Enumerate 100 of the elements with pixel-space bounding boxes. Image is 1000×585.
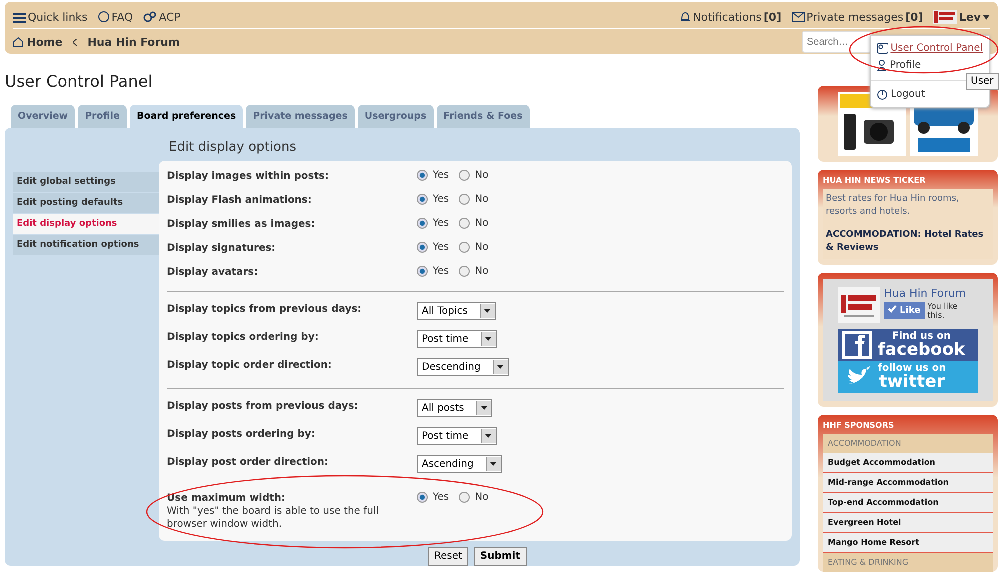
option-label: Display topic order direction: bbox=[167, 360, 333, 371]
caret-icon bbox=[485, 337, 492, 341]
sponsor-link[interactable]: Budget Accommodation bbox=[823, 453, 993, 473]
check-icon bbox=[888, 305, 897, 313]
user-menu-button[interactable]: Lev bbox=[933, 10, 990, 24]
help-icon bbox=[98, 11, 110, 23]
radio-label: Yes bbox=[433, 194, 450, 205]
caret-icon bbox=[497, 365, 504, 369]
radio-button[interactable] bbox=[459, 492, 470, 503]
side-nav-item[interactable]: Edit notification options bbox=[13, 235, 159, 255]
caret-icon bbox=[484, 309, 492, 313]
dropdown-select[interactable]: Descending bbox=[417, 358, 509, 376]
bell-icon bbox=[680, 11, 692, 23]
radio-button[interactable] bbox=[459, 218, 470, 229]
radio-label: No bbox=[475, 194, 489, 205]
tab[interactable]: Profile bbox=[78, 105, 127, 128]
tab[interactable]: Board preferences bbox=[130, 105, 244, 128]
reset-button[interactable]: Reset bbox=[428, 547, 468, 566]
sponsor-link[interactable]: Evergreen Hotel bbox=[823, 513, 993, 533]
menu-item[interactable]: User Control Panel bbox=[871, 40, 989, 57]
dropdown-select[interactable]: Post time bbox=[417, 330, 497, 348]
tab[interactable]: Private messages bbox=[246, 105, 355, 128]
submit-button[interactable]: Submit bbox=[474, 547, 527, 566]
search-field[interactable]: Search… bbox=[802, 31, 872, 53]
option-label: Display images within posts: bbox=[167, 171, 330, 182]
caret-icon bbox=[480, 406, 488, 410]
option-label: Display topics from previous days: bbox=[167, 304, 363, 315]
menu-item[interactable]: Profile bbox=[871, 57, 989, 74]
like-button[interactable]: Like bbox=[884, 302, 925, 319]
option-explanation: With "yes" the board is able to use the full browser window width. bbox=[167, 505, 380, 531]
header-link[interactable]: Quick links bbox=[13, 10, 88, 24]
dropdown-select[interactable]: All posts bbox=[417, 399, 492, 417]
radio-label: Yes bbox=[433, 242, 450, 253]
dropdown-select[interactable]: All Topics bbox=[417, 302, 496, 320]
envelope-icon bbox=[792, 12, 805, 22]
user-icon bbox=[877, 60, 887, 71]
radio-label: Yes bbox=[433, 170, 450, 181]
option-label: Display posts from previous days: bbox=[167, 401, 360, 412]
radio-label: No bbox=[475, 492, 489, 503]
radio-label: No bbox=[475, 218, 489, 229]
category-label: EATING & DRINKING bbox=[823, 553, 993, 572]
sponsor-link[interactable]: Mid-range Accommodation bbox=[823, 473, 993, 493]
page-title: User Control Panel bbox=[5, 72, 154, 91]
tab[interactable]: Friends & Foes bbox=[436, 105, 530, 128]
radio-button[interactable] bbox=[459, 242, 470, 253]
radio-label: No bbox=[475, 266, 489, 277]
home-icon bbox=[13, 37, 24, 47]
notifications-link[interactable]: Notifications [0] bbox=[680, 10, 782, 24]
card-title: HHF SPONSORS bbox=[823, 421, 896, 430]
radio-button[interactable] bbox=[459, 266, 470, 277]
section-title: Edit display options bbox=[169, 140, 298, 155]
option-label: Display post order direction: bbox=[167, 457, 330, 468]
facebook-banner[interactable]: Find us on facebook bbox=[838, 329, 978, 361]
menu-icon bbox=[13, 12, 26, 22]
radio-button[interactable] bbox=[417, 218, 428, 229]
radio-button[interactable] bbox=[417, 194, 428, 205]
option-label: Display avatars: bbox=[167, 267, 260, 278]
option-label: Use maximum width: bbox=[167, 493, 287, 504]
radio-label: Yes bbox=[433, 218, 450, 229]
option-label: Display posts ordering by: bbox=[167, 429, 316, 440]
radio-button[interactable] bbox=[459, 194, 470, 205]
option-label: Display signatures: bbox=[167, 243, 277, 254]
header-link[interactable]: ACP bbox=[143, 10, 181, 24]
caret-icon bbox=[485, 434, 492, 438]
radio-button[interactable] bbox=[417, 170, 428, 181]
side-nav-item[interactable]: Edit global settings bbox=[13, 172, 159, 192]
radio-button[interactable] bbox=[417, 492, 428, 503]
sponsor-link[interactable]: Mango Home Resort bbox=[823, 533, 993, 553]
tab[interactable]: Overview bbox=[11, 105, 76, 128]
page-name-link[interactable]: Hua Hin Forum bbox=[884, 287, 966, 300]
category-label: ACCOMMODATION bbox=[823, 434, 993, 453]
dropdown-select[interactable]: Ascending bbox=[417, 455, 502, 473]
facebook-icon bbox=[842, 331, 872, 359]
radio-button[interactable] bbox=[417, 242, 428, 253]
radio-button[interactable] bbox=[417, 266, 428, 277]
caret-icon bbox=[490, 462, 498, 466]
option-label: Display topics ordering by: bbox=[167, 332, 320, 343]
dropdown-select[interactable]: Post time bbox=[417, 427, 497, 445]
card-title: HUA HIN NEWS TICKER bbox=[823, 176, 927, 185]
radio-button[interactable] bbox=[459, 170, 470, 181]
breadcrumb-link[interactable]: Hua Hin Forum bbox=[88, 36, 180, 48]
news-text: Best rates for Hua Hin rooms, resorts and hotels. bbox=[826, 193, 960, 219]
gears-icon bbox=[143, 11, 158, 23]
tab[interactable]: Usergroups bbox=[358, 105, 434, 128]
side-nav-item[interactable]: Edit display options bbox=[13, 214, 159, 234]
news-link[interactable]: ACCOMMODATION: Hotel Rates & Reviews bbox=[826, 229, 990, 255]
radio-label: No bbox=[475, 170, 489, 181]
radio-label: Yes bbox=[433, 492, 450, 503]
tooltip: User bbox=[966, 73, 999, 90]
radio-label: No bbox=[475, 242, 489, 253]
chevron-icon bbox=[72, 38, 78, 46]
option-label: Display smilies as images: bbox=[167, 219, 316, 230]
breadcrumb-link[interactable]: Home bbox=[13, 36, 63, 48]
side-nav-item[interactable]: Edit posting defaults bbox=[13, 193, 159, 213]
user-card-icon bbox=[877, 43, 888, 54]
header-link[interactable]: FAQ bbox=[98, 10, 134, 24]
messages-link[interactable]: Private messages [0] bbox=[792, 10, 924, 24]
caret-icon bbox=[983, 14, 990, 20]
radio-label: Yes bbox=[433, 266, 450, 277]
sponsor-link[interactable]: Top-end Accommodation bbox=[823, 493, 993, 513]
